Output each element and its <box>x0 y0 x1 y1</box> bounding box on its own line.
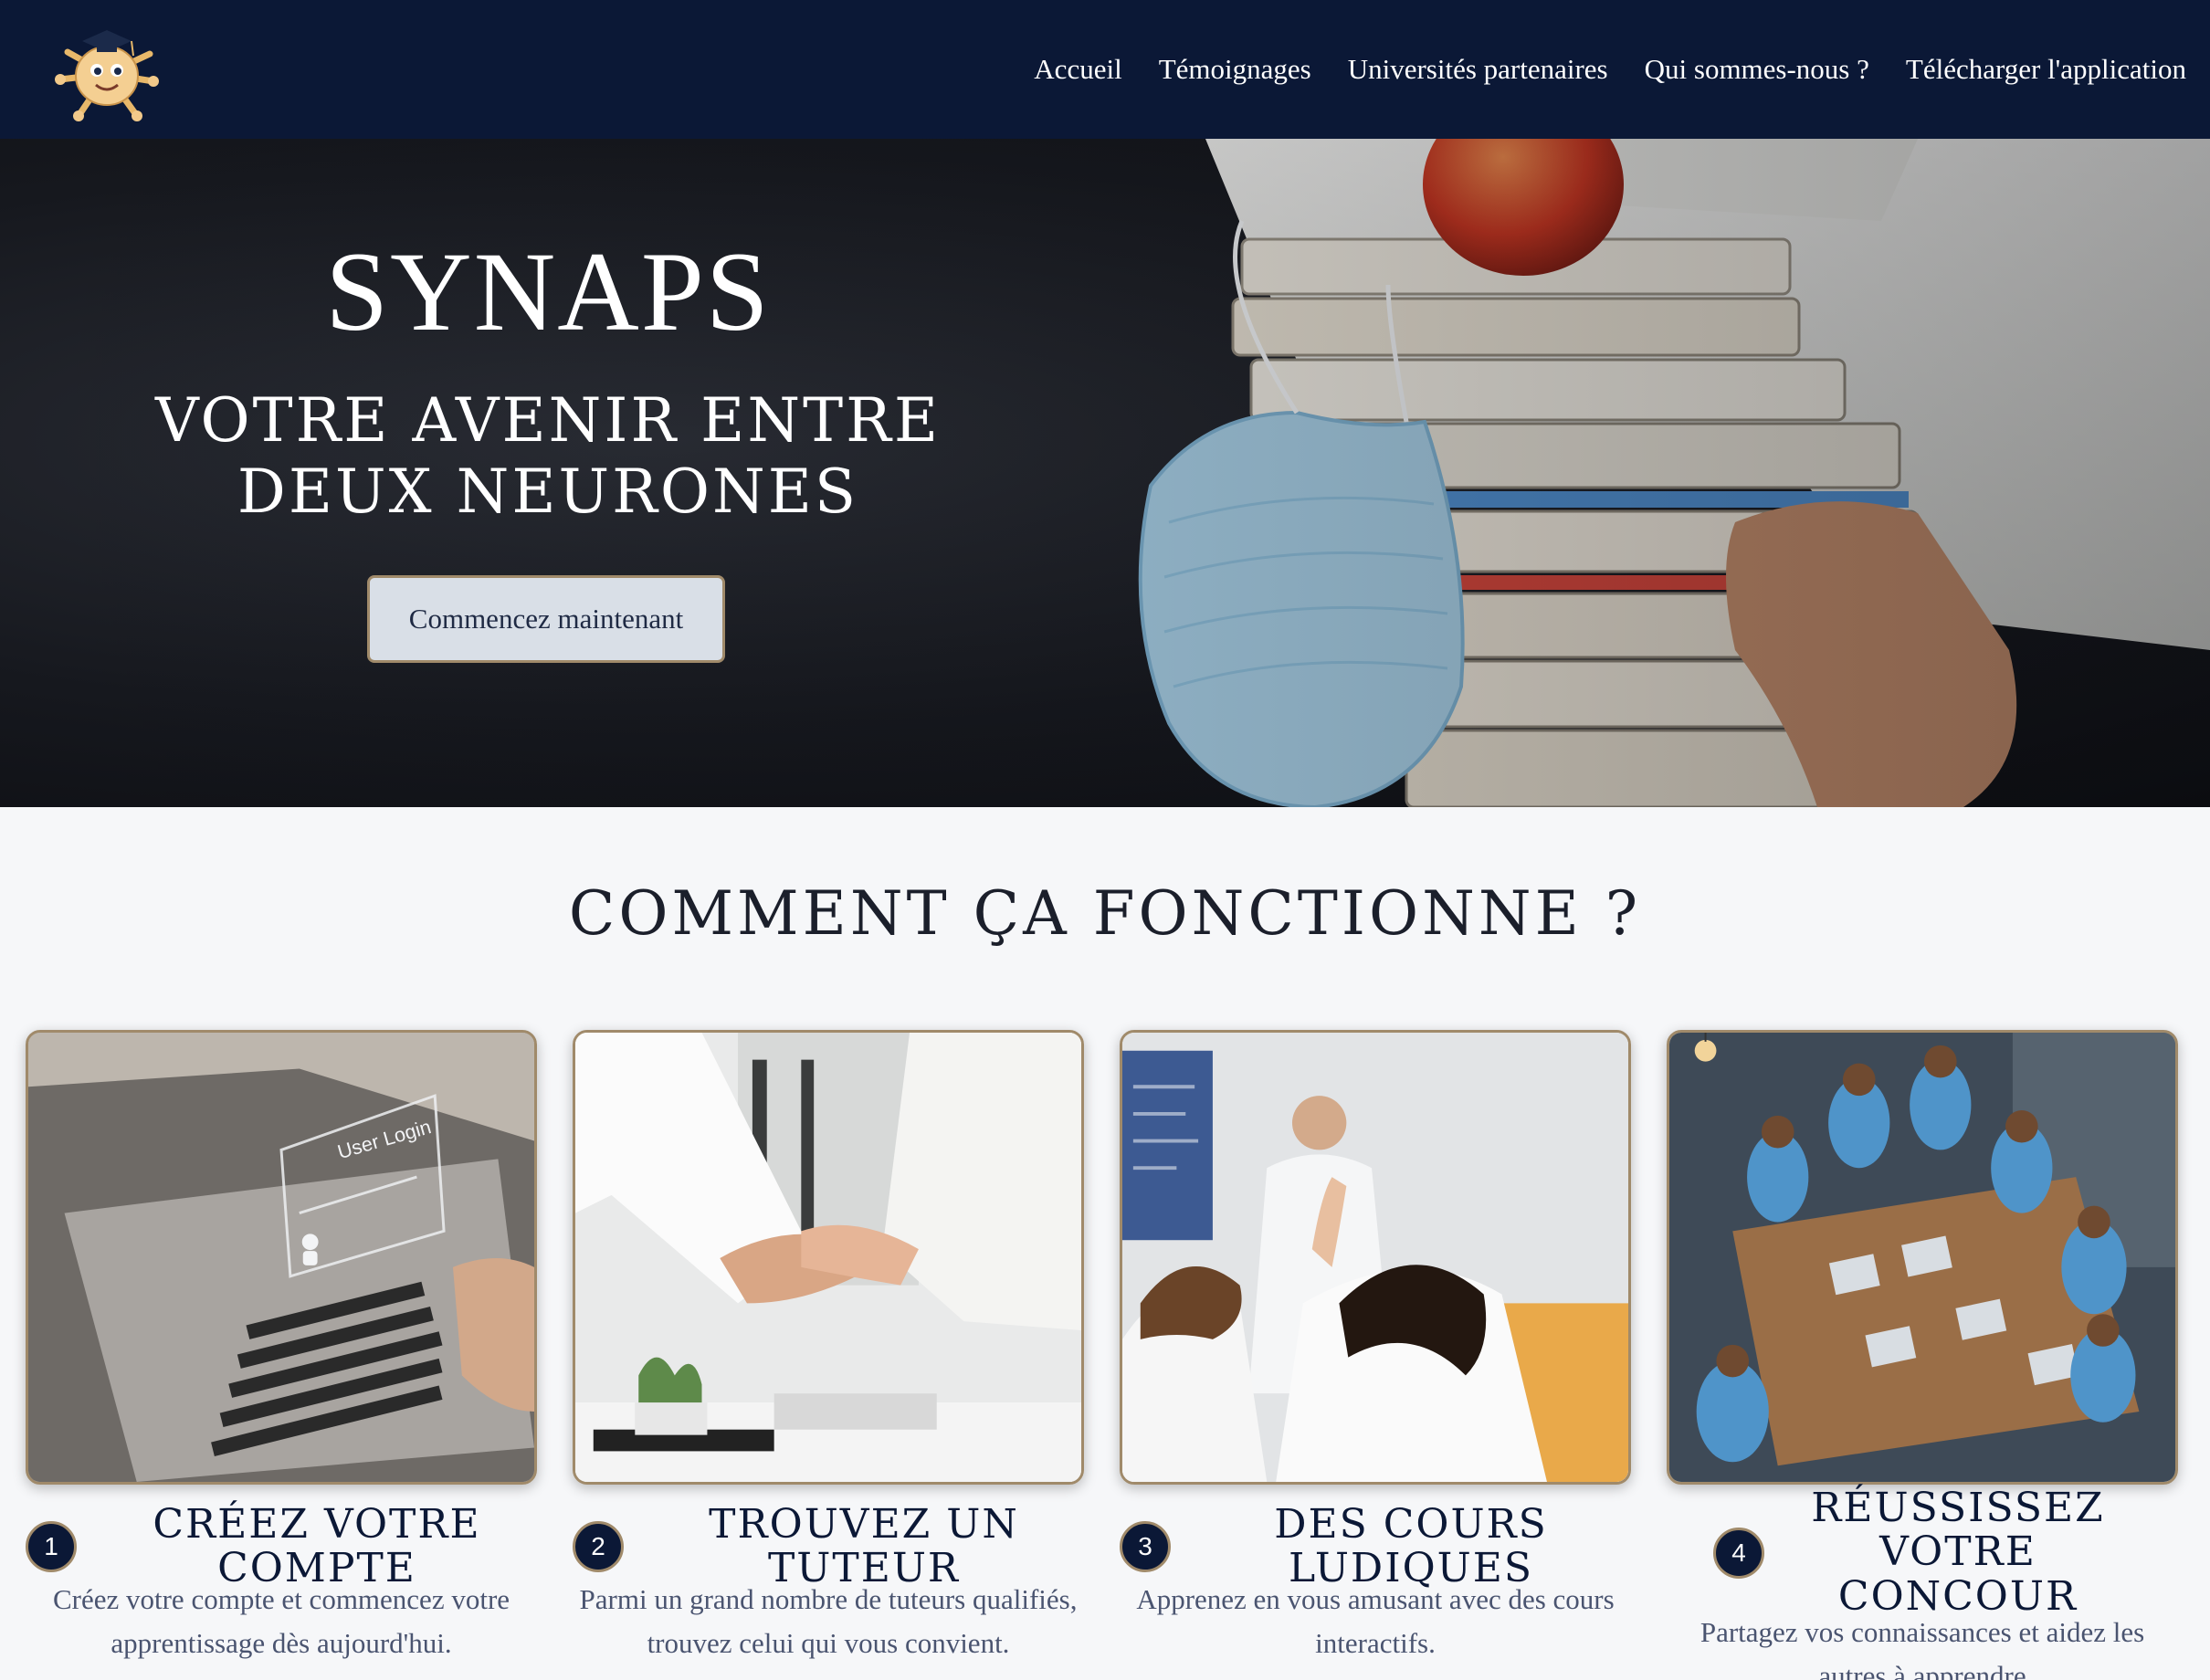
nav-link-qui-sommes-nous[interactable]: Qui sommes-nous ? <box>1645 53 1869 86</box>
nav-link-telecharger-application[interactable]: Télécharger l'application <box>1906 53 2186 86</box>
step-2-description: Parmi un grand nombre de tuteurs qualifi… <box>579 1583 1078 1659</box>
step-4-title: RÉUSSISSEZ VOTRE CONCOUR <box>1811 1485 2105 1620</box>
hero-subtitle: VOTRE AVENIR ENTRE DEUX NEURONES <box>154 385 942 528</box>
step-4-number-badge: 4 <box>1713 1527 1764 1579</box>
hero-banner: SYNAPS VOTRE AVENIR ENTRE DEUX NEURONES … <box>0 139 2210 807</box>
step-4-description: Partagez vos connaissances et aidez les … <box>1700 1616 2145 1680</box>
hero-text-block: SYNAPS VOTRE AVENIR ENTRE DEUX NEURONES <box>91 229 1005 528</box>
step-2-handshake-image <box>573 1030 1084 1485</box>
step-2-number-badge: 2 <box>573 1521 624 1573</box>
nav-link-universites-partenaires[interactable]: Universités partenaires <box>1348 53 1608 86</box>
hero-title: SYNAPS <box>325 229 771 354</box>
step-3-number-badge: 3 <box>1120 1521 1171 1573</box>
section-title-how-it-works: COMMENT ÇA FONCTIONNE ? <box>568 878 1642 949</box>
step-card-2: 2 TROUVEZ UN TUTEUR Parmi un grand nombr… <box>573 1030 1084 1680</box>
step-card-4: 4 RÉUSSISSEZ VOTRE CONCOUR Partagez vos … <box>1667 1030 2178 1680</box>
step-1-laptop-login-image: User Login <box>26 1030 537 1485</box>
step-card-3: 3 DES COURS LUDIQUES Apprenez en vous am… <box>1120 1030 1631 1680</box>
main-navigation: Accueil Témoignages Universités partenai… <box>1034 53 2186 86</box>
nav-link-accueil[interactable]: Accueil <box>1034 53 1121 86</box>
step-3-classroom-image <box>1120 1030 1631 1485</box>
step-1-description: Créez votre compte et commencez votre ap… <box>52 1583 510 1659</box>
logo-neuron-mascot-icon[interactable] <box>46 16 168 123</box>
step-4-heading: 4 RÉUSSISSEZ VOTRE CONCOUR <box>1667 1486 2178 1619</box>
step-4-medical-team-image <box>1667 1030 2178 1485</box>
top-navbar: Accueil Témoignages Universités partenai… <box>0 0 2210 139</box>
step-3-description: Apprenez en vous amusant avec des cours … <box>1136 1583 1615 1659</box>
nav-link-temoignages[interactable]: Témoignages <box>1159 53 1311 86</box>
commencez-maintenant-button[interactable]: Commencez maintenant <box>367 575 725 663</box>
step-card-1: User Login 1 CRÉEZ VOTRE COMPTE Créez vo… <box>26 1030 537 1680</box>
step-1-number-badge: 1 <box>26 1521 77 1573</box>
